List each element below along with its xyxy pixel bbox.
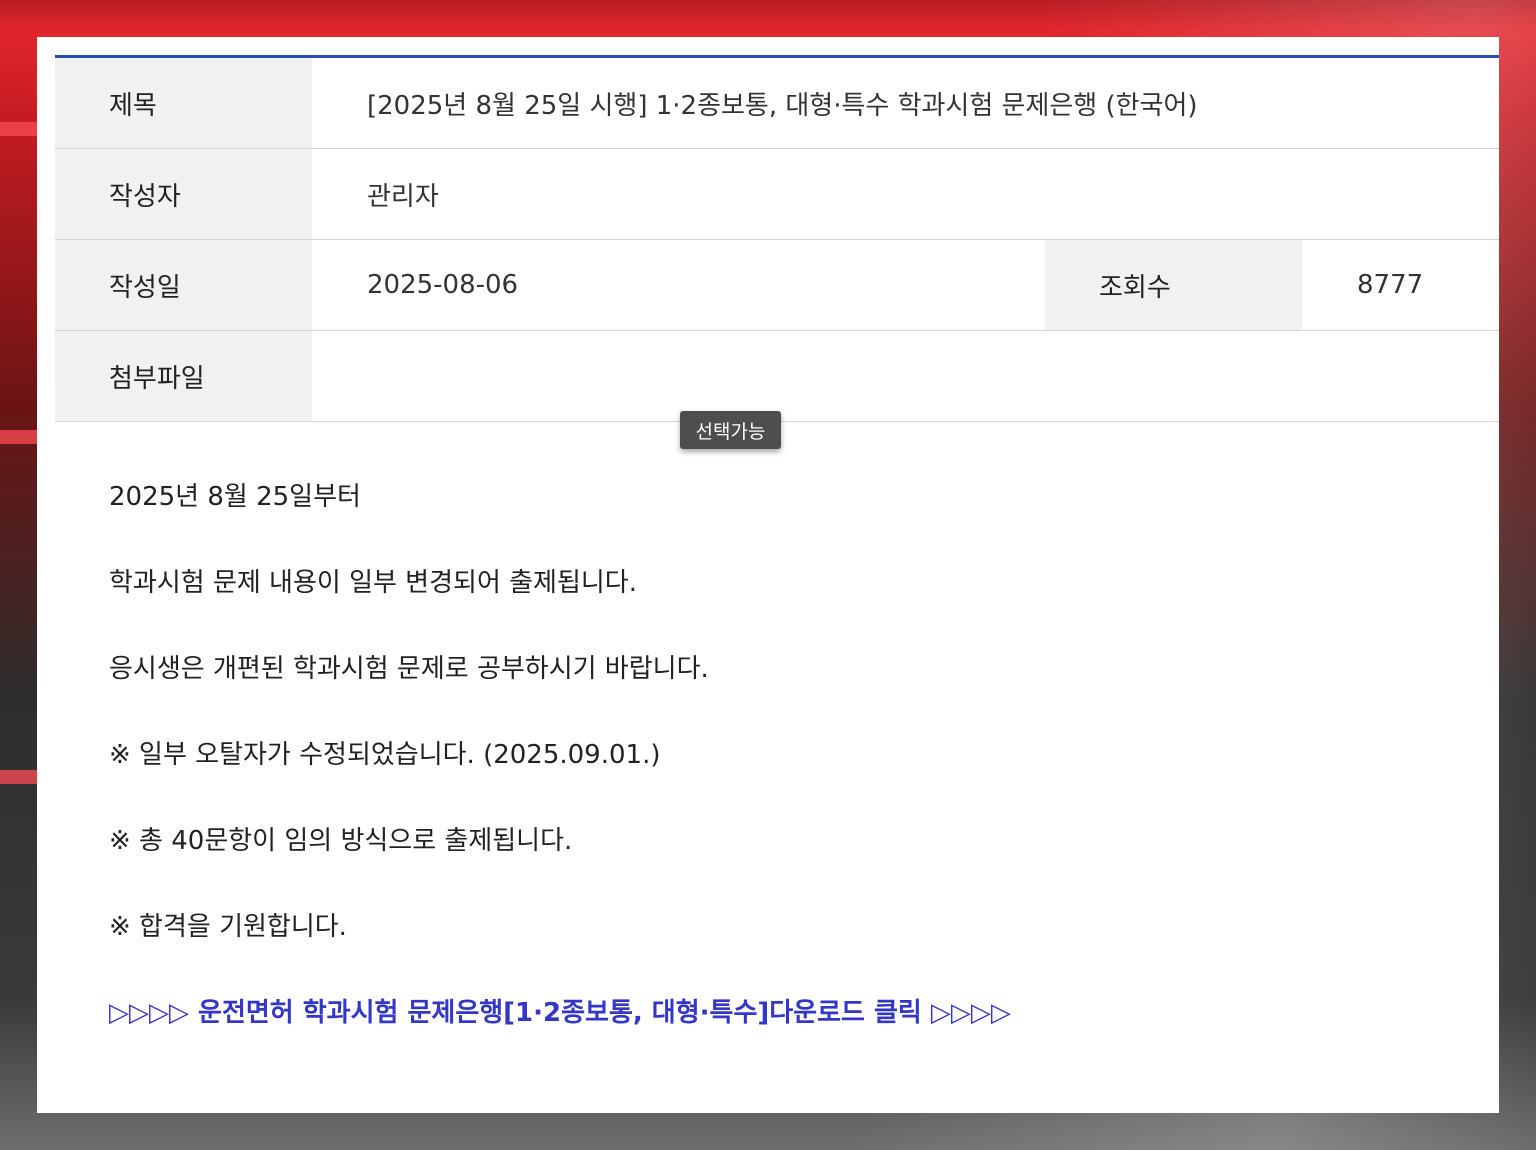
views-label: 조회수 <box>1045 240 1302 330</box>
post-author: 관리자 <box>367 181 439 212</box>
date-row: 작성일 2025-08-06 조회수 8777 <box>55 240 1499 331</box>
content-paragraph: 학과시험 문제 내용이 일부 변경되어 출제됩니다. <box>109 568 637 598</box>
content-paragraph: ※ 일부 오탈자가 수정되었습니다. (2025.09.01.) <box>109 740 661 770</box>
background-decoration <box>0 770 40 784</box>
author-row: 작성자 관리자 <box>55 149 1499 240</box>
attachment-label: 첨부파일 <box>55 331 312 421</box>
selectable-tooltip: 선택가능 <box>680 411 781 449</box>
background-decoration <box>0 122 40 136</box>
post-content: 2025년 8월 25일부터 학과시험 문제 내용이 일부 변경되어 출제됩니다… <box>109 477 1409 1033</box>
view-count: 8777 <box>1357 270 1424 300</box>
background-decoration <box>0 430 40 444</box>
author-label: 작성자 <box>55 149 312 239</box>
post-date: 2025-08-06 <box>367 270 519 300</box>
content-paragraph: ※ 합격을 기원합니다. <box>109 912 347 942</box>
attachment-row: 첨부파일 <box>55 331 1499 422</box>
attachment-list[interactable] <box>312 331 1499 421</box>
date-label: 작성일 <box>55 240 312 330</box>
post-view-panel: 제목 [2025년 8월 25일 시행] 1·2종보통, 대형·특수 학과시험 … <box>37 37 1499 1113</box>
post-info-table: 제목 [2025년 8월 25일 시행] 1·2종보통, 대형·특수 학과시험 … <box>55 55 1499 422</box>
content-paragraph: 응시생은 개편된 학과시험 문제로 공부하시기 바랍니다. <box>109 654 709 684</box>
content-paragraph: ※ 총 40문항이 임의 방식으로 출제됩니다. <box>109 826 573 856</box>
title-row: 제목 [2025년 8월 25일 시행] 1·2종보통, 대형·특수 학과시험 … <box>55 58 1499 149</box>
download-link[interactable]: ▷▷▷▷ 운전면허 학과시험 문제은행[1·2종보통, 대형·특수]다운로드 클… <box>109 993 1409 1033</box>
post-title: [2025년 8월 25일 시행] 1·2종보통, 대형·특수 학과시험 문제은… <box>367 90 1198 121</box>
content-paragraph: 2025년 8월 25일부터 <box>109 482 361 512</box>
title-label: 제목 <box>55 58 312 148</box>
